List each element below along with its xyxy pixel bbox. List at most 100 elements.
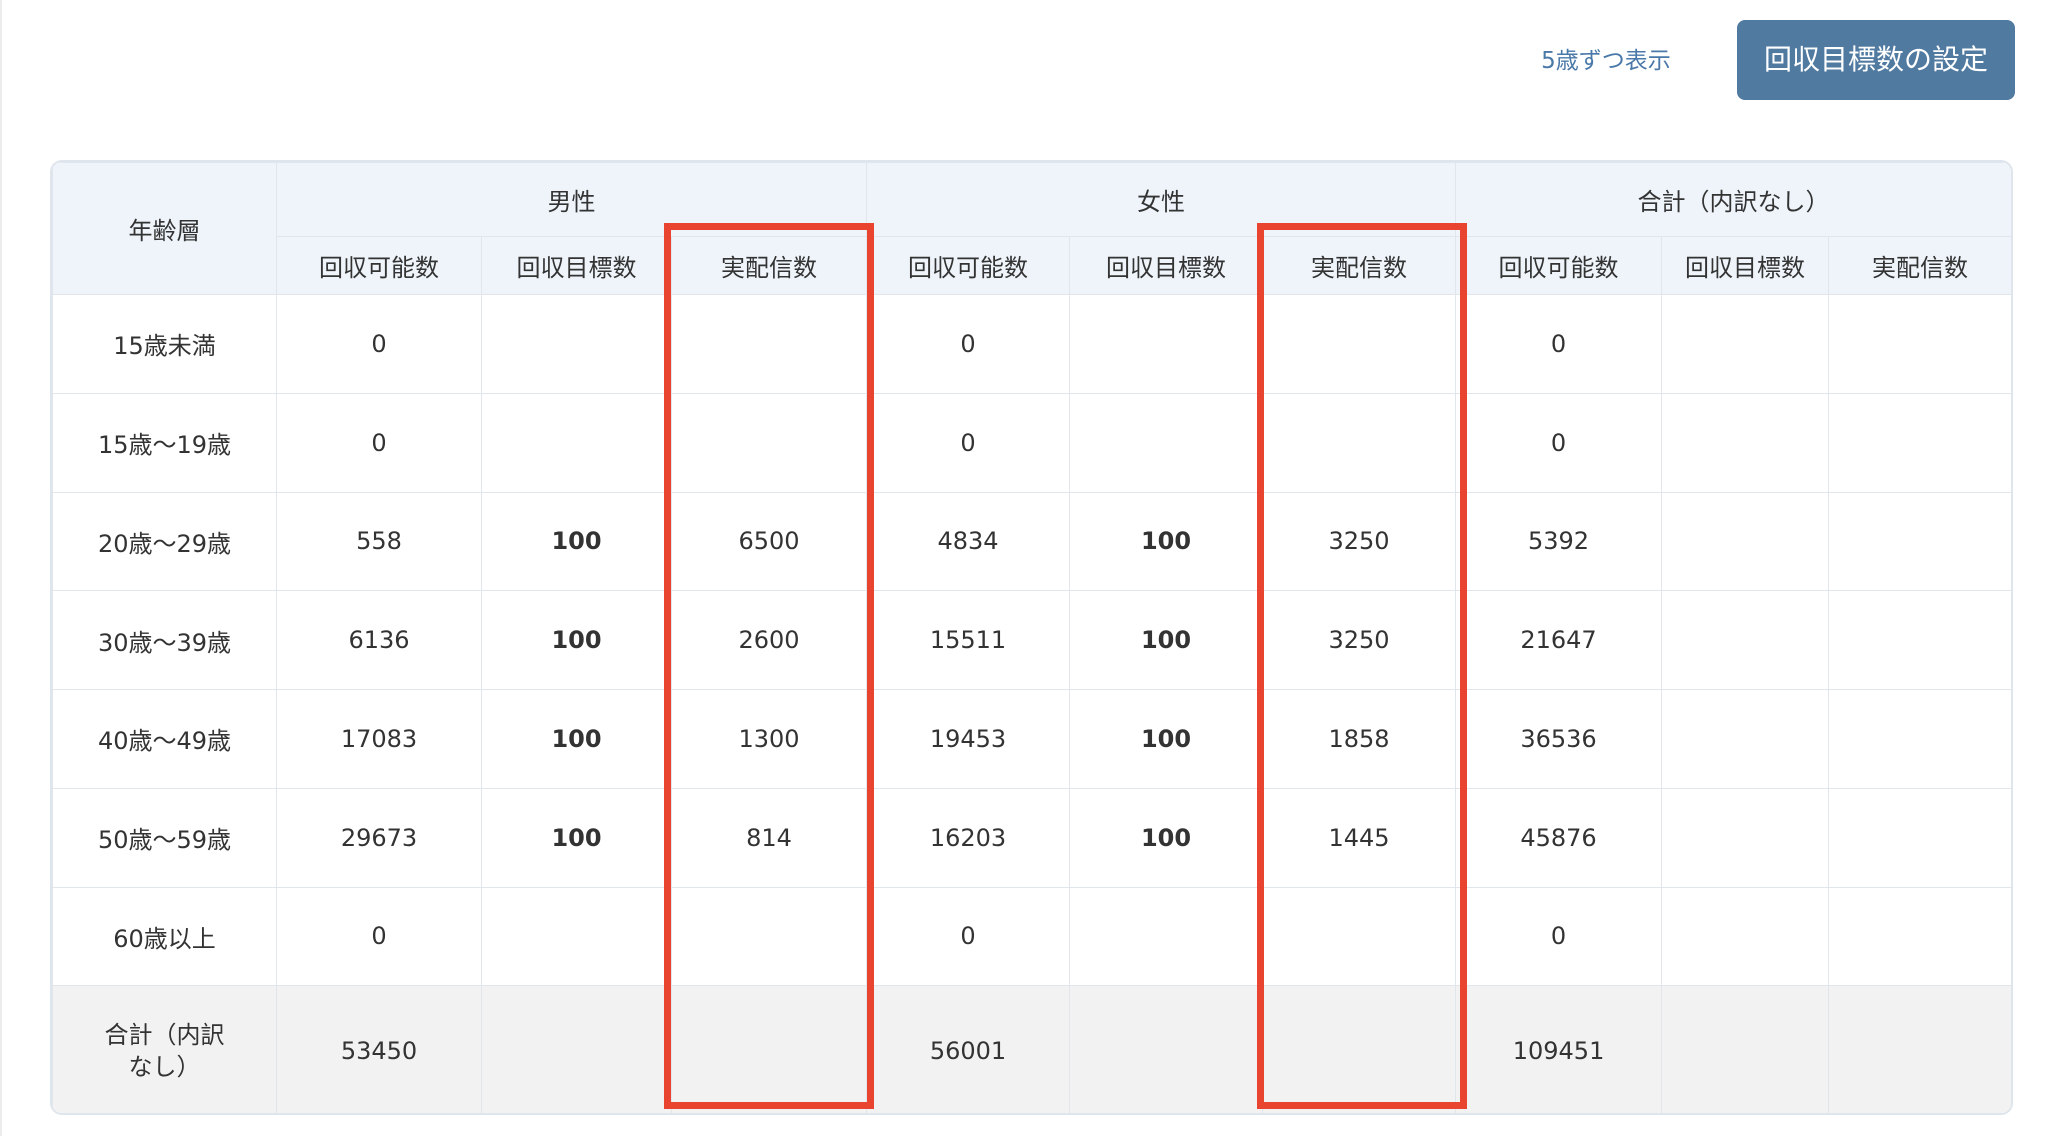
male-collectable-total-cell: 53450 [276, 985, 482, 1113]
female-target-cell [1069, 392, 1264, 493]
total-target-cell [1661, 689, 1830, 789]
total-target-cell [1661, 590, 1830, 690]
total-delivery-cell [1828, 491, 2011, 592]
female-delivery-cell [1262, 886, 1457, 987]
female-target-total-cell [1069, 985, 1264, 1113]
total-collectable-cell: 0 [1455, 294, 1663, 394]
total-delivery-header: 実配信数 [1828, 236, 2011, 295]
age-cell: 60歳以上 [52, 886, 277, 987]
total-collectable-cell: 0 [1455, 886, 1663, 987]
male-collectable-cell: 0 [276, 392, 482, 493]
female-collectable-cell: 0 [866, 392, 1071, 493]
male-target-cell: 100 [481, 491, 672, 592]
table-row: 15歳未満 0 0 0 [52, 294, 2011, 394]
group-header-male: 男性 [275, 162, 868, 237]
male-target-cell: 100 [481, 590, 672, 690]
male-collectable-header: 回収可能数 [276, 236, 482, 295]
table-row: 30歳〜39歳 6136 100 2600 15511 100 3250 21647 [52, 590, 2011, 690]
total-target-header: 回収目標数 [1661, 236, 1830, 295]
male-delivery-cell [670, 294, 868, 394]
table-row: 40歳〜49歳 17083 100 1300 19453 100 1858 36536 [52, 689, 2011, 789]
female-delivery-header: 実配信数 [1262, 236, 1457, 295]
female-delivery-cell [1262, 392, 1457, 493]
age-cell: 20歳〜29歳 [52, 491, 277, 592]
female-collectable-header: 回収可能数 [866, 236, 1071, 295]
group-header-total: 合計（内訳なし） [1455, 162, 2011, 237]
female-target-cell: 100 [1069, 787, 1264, 888]
female-collectable-cell: 19453 [866, 689, 1071, 789]
total-collectable-cell: 21647 [1455, 590, 1663, 690]
male-target-cell [481, 392, 672, 493]
total-collectable-header: 回収可能数 [1455, 236, 1663, 295]
female-delivery-cell: 3250 [1262, 590, 1457, 690]
male-delivery-cell [670, 392, 868, 493]
female-delivery-cell: 1858 [1262, 689, 1457, 789]
table-row: 20歳〜29歳 558 100 6500 4834 100 3250 5392 [52, 491, 2011, 592]
male-target-cell [481, 294, 672, 394]
total-delivery-cell [1828, 886, 2011, 987]
age-cell: 30歳〜39歳 [52, 590, 277, 690]
female-collectable-cell: 0 [866, 294, 1071, 394]
female-collectable-cell: 0 [866, 886, 1071, 987]
male-target-cell [481, 886, 672, 987]
male-collectable-cell: 558 [276, 491, 482, 592]
age-target-table: 年齢層 男性 女性 合計（内訳なし） 回収可能数 回収目標数 実配信数 回収可能数 回収… [50, 160, 2013, 1115]
female-collectable-cell: 15511 [866, 590, 1071, 690]
male-collectable-cell: 6136 [276, 590, 482, 690]
female-delivery-cell [1262, 294, 1457, 394]
female-collectable-cell: 16203 [866, 787, 1071, 888]
total-collectable-cell: 45876 [1455, 787, 1663, 888]
total-target-cell [1661, 294, 1830, 394]
age-cell: 15歳〜19歳 [52, 392, 277, 493]
male-collectable-cell: 0 [276, 886, 482, 987]
male-target-total-cell [481, 985, 672, 1113]
male-delivery-cell: 814 [670, 787, 868, 888]
male-target-cell: 100 [481, 787, 672, 888]
total-target-cell [1661, 392, 1830, 493]
female-delivery-cell: 1445 [1262, 787, 1457, 888]
total-label-cell: 合計（内訳なし） [52, 985, 277, 1113]
female-target-cell [1069, 886, 1264, 987]
total-delivery-cell [1828, 787, 2011, 888]
total-target-cell [1661, 886, 1830, 987]
table-row: 15歳〜19歳 0 0 0 [52, 392, 2011, 493]
total-target-cell [1661, 491, 1830, 592]
group-header-female: 女性 [866, 162, 1457, 237]
total-delivery-cell [1828, 590, 2011, 690]
total-target-cell [1661, 787, 1830, 888]
male-delivery-cell [670, 886, 868, 987]
male-delivery-cell: 2600 [670, 590, 868, 690]
page-left-edge [0, 0, 2, 1136]
total-row: 合計（内訳なし） 53450 56001 109451 [52, 985, 2011, 1113]
set-target-button[interactable]: 回収目標数の設定 [1737, 20, 2015, 100]
total-delivery-cell [1828, 689, 2011, 789]
total-delivery-total-cell [1828, 985, 2011, 1113]
female-target-header: 回収目標数 [1069, 236, 1264, 295]
male-delivery-cell: 6500 [670, 491, 868, 592]
age-cell: 50歳〜59歳 [52, 787, 277, 888]
female-target-cell: 100 [1069, 491, 1264, 592]
male-delivery-cell: 1300 [670, 689, 868, 789]
male-target-header: 回収目標数 [481, 236, 672, 295]
age-cell: 15歳未満 [52, 294, 277, 394]
age-cell: 40歳〜49歳 [52, 689, 277, 789]
total-delivery-cell [1828, 294, 2011, 394]
male-collectable-cell: 17083 [276, 689, 482, 789]
female-target-cell: 100 [1069, 689, 1264, 789]
female-target-cell [1069, 294, 1264, 394]
age-header: 年齢層 [52, 162, 277, 295]
female-delivery-cell: 3250 [1262, 491, 1457, 592]
female-target-cell: 100 [1069, 590, 1264, 690]
female-collectable-total-cell: 56001 [866, 985, 1071, 1113]
female-collectable-cell: 4834 [866, 491, 1071, 592]
male-delivery-total-cell [670, 985, 868, 1113]
five-year-view-link[interactable]: 5歳ずつ表示 [1536, 46, 1676, 76]
total-collectable-cell: 36536 [1455, 689, 1663, 789]
total-collectable-cell: 0 [1455, 392, 1663, 493]
table-row: 50歳〜59歳 29673 100 814 16203 100 1445 45876 [52, 787, 2011, 888]
male-target-cell: 100 [481, 689, 672, 789]
male-delivery-header: 実配信数 [670, 236, 868, 295]
total-target-total-cell [1661, 985, 1830, 1113]
male-collectable-cell: 0 [276, 294, 482, 394]
total-collectable-cell: 5392 [1455, 491, 1663, 592]
